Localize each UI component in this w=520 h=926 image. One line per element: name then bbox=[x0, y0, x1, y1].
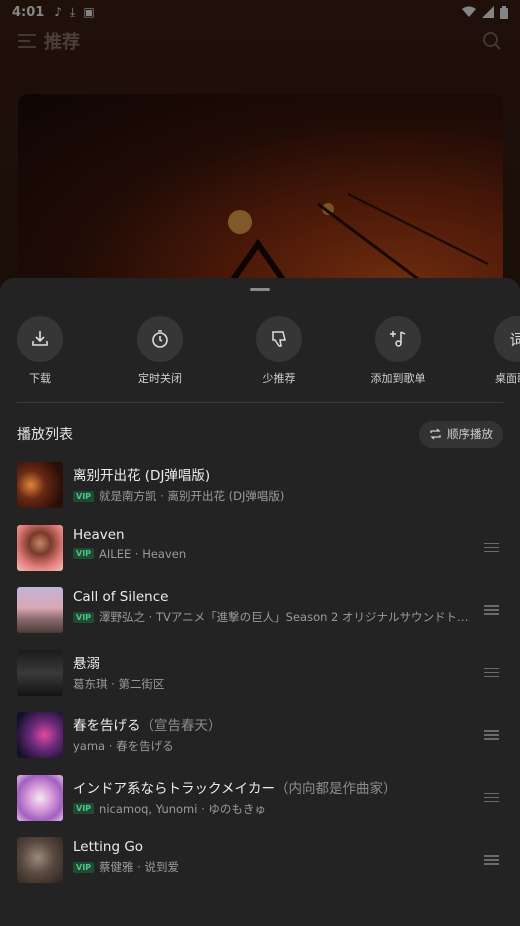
song-artist: nicamoq, Yunomi · ゆのもきゅ bbox=[99, 801, 266, 816]
song-row[interactable]: 春を告げる（宣告春天） yama · 春を告げる bbox=[0, 710, 520, 773]
song-title: インドア系ならトラックメイカー bbox=[73, 780, 275, 797]
desktop-lyrics-action[interactable]: 词 桌面歌词 bbox=[472, 316, 520, 386]
lyrics-icon: 词 bbox=[509, 330, 520, 349]
repeat-icon bbox=[430, 428, 441, 440]
divider bbox=[17, 402, 503, 403]
song-title: 离别开出花 (DJ弹唱版) bbox=[73, 468, 211, 484]
drag-handle-icon[interactable] bbox=[484, 792, 499, 806]
song-artist: yama · 春を告げる bbox=[73, 739, 174, 753]
song-title: Call of Silence bbox=[73, 589, 169, 605]
song-title-translation: （内向都是作曲家） bbox=[274, 780, 397, 797]
timer-icon bbox=[152, 330, 168, 348]
song-artist: 就是南方凯 · 离别开出花 (DJ弹唱版) bbox=[99, 489, 285, 503]
song-row[interactable]: 离别开出花 (DJ弹唱版) VIP 就是南方凯 · 离别开出花 (DJ弹唱版) bbox=[0, 460, 520, 523]
song-artist: 澤野弘之 · TVアニメ「進撃の巨人」Season 2 オリジナルサウンドトラ.… bbox=[99, 610, 473, 624]
song-thumbnail bbox=[17, 587, 63, 633]
song-row[interactable]: Heaven VIP AILEE · Heaven bbox=[0, 523, 520, 586]
drag-handle-icon[interactable] bbox=[484, 667, 499, 681]
song-thumbnail bbox=[17, 712, 63, 758]
timer-label: 定时关闭 bbox=[138, 372, 182, 385]
drag-handle-icon[interactable] bbox=[484, 542, 499, 556]
song-title: 悬溺 bbox=[73, 655, 100, 672]
song-thumbnail bbox=[17, 837, 63, 883]
song-title: Letting Go bbox=[73, 839, 144, 855]
song-thumbnail bbox=[17, 649, 63, 696]
thumbs-down-icon bbox=[272, 331, 286, 347]
playlist-bottom-sheet: 下载 定时关闭 少推荐 添加到歌单 词 桌面 播放列表 顺序播放 离别开出花 (… bbox=[0, 278, 520, 926]
song-row[interactable]: Letting Go VIP 蔡健雅 · 说到爱 bbox=[0, 835, 520, 898]
drag-handle-icon[interactable] bbox=[484, 605, 499, 618]
less-recommend-label: 少推荐 bbox=[262, 372, 296, 385]
action-row: 下载 定时关闭 少推荐 添加到歌单 词 桌面 bbox=[0, 316, 520, 386]
add-to-playlist-action[interactable]: 添加到歌单 bbox=[353, 316, 443, 386]
song-thumbnail bbox=[17, 774, 63, 821]
download-icon bbox=[32, 331, 48, 346]
song-artist: 葛东琪 · 第二街区 bbox=[73, 676, 165, 691]
vip-badge: VIP bbox=[73, 611, 95, 623]
song-title-translation: （宣告春天） bbox=[140, 718, 222, 734]
song-artist: 蔡健雅 · 说到爱 bbox=[99, 860, 179, 874]
vip-badge: VIP bbox=[73, 803, 95, 814]
sleep-timer-action[interactable]: 定时关闭 bbox=[115, 316, 205, 386]
add-to-playlist-icon bbox=[390, 331, 406, 347]
song-row[interactable]: Call of Silence VIP 澤野弘之 · TVアニメ「進撃の巨人」Se… bbox=[0, 585, 520, 648]
song-title: Heaven bbox=[73, 526, 125, 543]
song-thumbnail bbox=[17, 524, 63, 571]
playlist-header: 播放列表 顺序播放 bbox=[17, 420, 503, 448]
song-thumbnail bbox=[17, 462, 63, 508]
song-artist: AILEE · Heaven bbox=[99, 546, 187, 561]
download-label: 下载 bbox=[29, 372, 51, 385]
vip-badge: VIP bbox=[73, 490, 95, 502]
song-row[interactable]: 悬溺 葛东琪 · 第二街区 bbox=[0, 648, 520, 711]
sheet-drag-handle[interactable] bbox=[250, 288, 270, 291]
download-action[interactable]: 下载 bbox=[0, 316, 85, 386]
add-to-playlist-label: 添加到歌单 bbox=[370, 372, 426, 385]
play-order-label: 顺序播放 bbox=[447, 427, 493, 441]
play-order-button[interactable]: 顺序播放 bbox=[419, 420, 503, 448]
playlist-title: 播放列表 bbox=[17, 427, 73, 443]
desktop-lyrics-label: 桌面歌词 bbox=[495, 372, 520, 385]
vip-badge: VIP bbox=[73, 548, 95, 559]
less-recommend-action[interactable]: 少推荐 bbox=[234, 316, 324, 386]
vip-badge: VIP bbox=[73, 861, 95, 873]
drag-handle-icon[interactable] bbox=[484, 855, 499, 868]
song-list: 离别开出花 (DJ弹唱版) VIP 就是南方凯 · 离别开出花 (DJ弹唱版) H… bbox=[0, 460, 520, 898]
song-row[interactable]: インドア系ならトラックメイカー（内向都是作曲家） VIP nicamoq, Yun… bbox=[0, 773, 520, 836]
song-title: 春を告げる bbox=[73, 718, 141, 734]
drag-handle-icon[interactable] bbox=[484, 730, 499, 743]
